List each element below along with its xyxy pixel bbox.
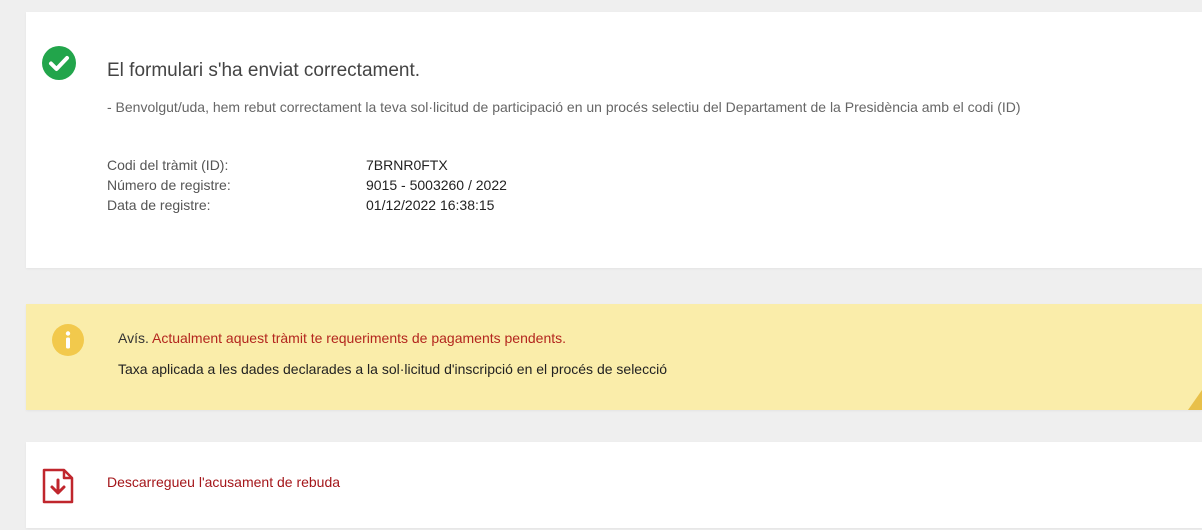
corner-fold <box>1188 390 1202 410</box>
warning-detail: Taxa aplicada a les dades declarades a l… <box>118 361 667 377</box>
info-value: 01/12/2022 16:38:15 <box>366 197 495 213</box>
download-card: Descarregueu l'acusament de rebuda <box>26 442 1202 528</box>
info-value: 9015 - 5003260 / 2022 <box>366 177 507 193</box>
warning-text: Actualment aquest tràmit te requeriments… <box>152 330 567 346</box>
download-receipt-link[interactable]: Descarregueu l'acusament de rebuda <box>107 474 340 490</box>
success-card: El formulari s'ha enviat correctament. -… <box>26 12 1202 268</box>
success-message: - Benvolgut/uda, hem rebut correctament … <box>107 99 1021 115</box>
warning-card: Avís. Actualment aquest tràmit te requer… <box>26 304 1202 410</box>
success-title: El formulari s'ha enviat correctament. <box>107 60 421 81</box>
warning-message: Avís. Actualment aquest tràmit te requer… <box>118 330 566 346</box>
info-label: Data de registre: <box>107 197 211 213</box>
warning-prefix: Avís. <box>118 330 149 346</box>
pdf-download-icon[interactable] <box>41 468 75 504</box>
info-value: 7BRNR0FTX <box>366 157 448 173</box>
info-circle-icon <box>52 324 84 356</box>
info-label: Codi del tràmit (ID): <box>107 157 229 173</box>
check-circle-icon <box>42 46 76 80</box>
info-label: Número de registre: <box>107 177 231 193</box>
